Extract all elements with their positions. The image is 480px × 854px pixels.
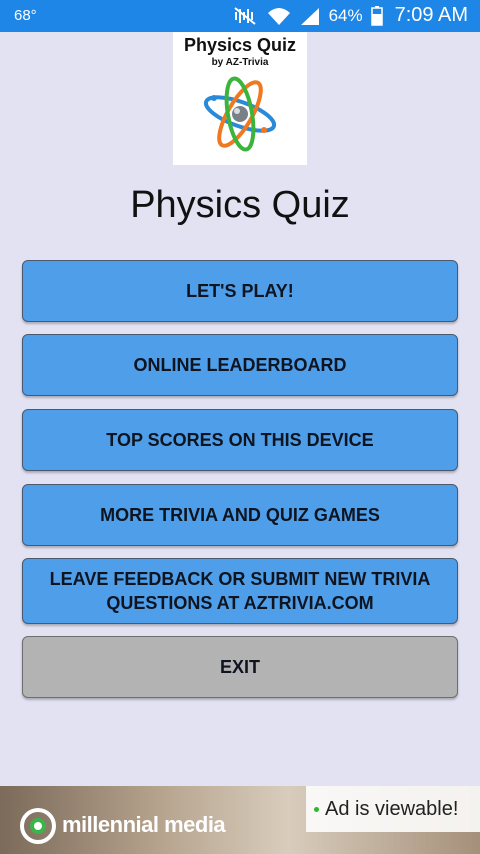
signal-icon bbox=[299, 6, 321, 26]
lets-play-button[interactable]: LET'S PLAY! bbox=[22, 260, 458, 322]
millennial-media-logo-icon bbox=[20, 808, 56, 844]
ad-banner[interactable]: millennial media Ad is viewable! bbox=[0, 786, 480, 854]
ad-viewable-text: Ad is viewable! bbox=[325, 797, 459, 820]
logo-title: Physics Quiz bbox=[183, 35, 297, 55]
mute-icon bbox=[233, 6, 259, 26]
ad-viewable-badge: Ad is viewable! bbox=[306, 786, 480, 832]
battery-percent: 64% bbox=[328, 5, 363, 25]
status-icons: 64% 7:09 AM bbox=[233, 4, 468, 27]
logo-byline: by AZ-Trivia bbox=[211, 57, 269, 68]
feedback-button[interactable]: LEAVE FEEDBACK OR SUBMIT NEW TRIVIA QUES… bbox=[22, 558, 458, 624]
wifi-icon bbox=[267, 6, 291, 26]
status-bar: 68° 64% 7:09 AM bbox=[0, 0, 480, 32]
app-logo: Physics Quiz by AZ-Trivia bbox=[173, 32, 307, 165]
exit-button[interactable]: EXIT bbox=[22, 636, 458, 698]
online-leaderboard-button[interactable]: ONLINE LEADERBOARD bbox=[22, 334, 458, 396]
page-title: Physics Quiz bbox=[130, 184, 350, 226]
viewable-dot-icon bbox=[314, 806, 319, 812]
ad-brand: millennial media bbox=[62, 812, 226, 837]
more-games-button[interactable]: MORE TRIVIA AND QUIZ GAMES bbox=[22, 484, 458, 546]
battery-icon bbox=[370, 5, 383, 26]
temperature-text: 68° bbox=[14, 7, 37, 24]
top-scores-button[interactable]: TOP SCORES ON THIS DEVICE bbox=[22, 409, 458, 471]
atom-icon bbox=[203, 76, 277, 152]
clock-text: 7:09 AM bbox=[394, 4, 468, 26]
